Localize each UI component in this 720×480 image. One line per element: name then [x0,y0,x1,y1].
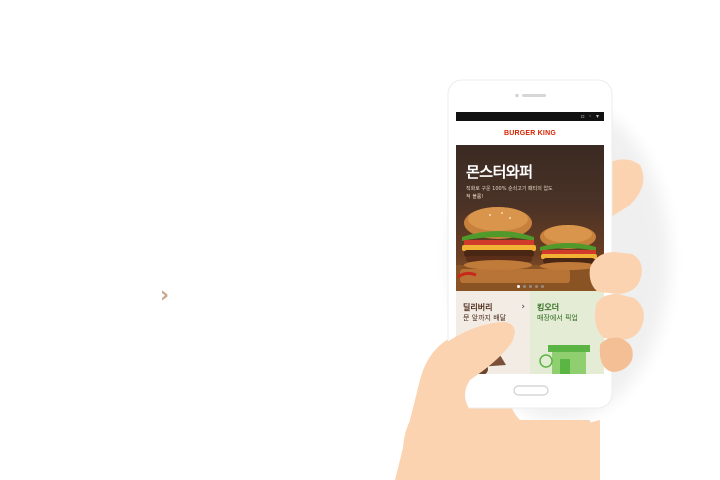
chevron-right-icon: › [521,302,525,312]
app-header: BURGER KING [456,121,604,145]
kingorder-tile[interactable]: 킹오더 매장에서 픽업 › [530,291,604,374]
carousel-dots[interactable] [456,285,604,288]
hand-holding-phone [395,79,670,480]
carousel-dot[interactable] [540,285,544,288]
delivery-subtitle: 문 앞까지 배달 [463,314,507,322]
hero-subtitle: 직화로 구운 100% 순쇠고기 패티의 압도적 볼륨! [466,186,553,200]
status-icons: ▫ ◦ ▾ [580,113,600,120]
delivery-tile[interactable]: 딜리버리 문 앞까지 배달 › [456,291,530,374]
service-tiles: 딜리버리 문 앞까지 배달 › 킹오더 매장에서 픽업 › [456,291,604,374]
brand-logo[interactable]: BURGER KING [504,130,556,137]
carousel-dot[interactable] [522,285,526,288]
scooter-icon [474,345,506,374]
phone-screen: ▫ ◦ ▾ BURGER KING 몬스터와퍼 직화로 구운 100% 순쇠고기… [456,112,604,374]
phone-camera [515,93,519,98]
kingorder-subtitle: 매장에서 픽업 [537,314,578,322]
phone-home-button [513,385,549,396]
store-icon [539,345,590,374]
carousel-dot[interactable] [516,285,520,288]
carousel-dot[interactable] [528,285,532,288]
kingorder-title: 킹오더 [537,303,560,312]
delivery-title: 딜리버리 [463,303,493,312]
phone-speaker [522,94,546,97]
chevron-right-icon: › [595,302,599,312]
carousel-dot[interactable] [534,285,538,288]
status-bar: ▫ ◦ ▾ [456,112,604,121]
hero-title: 몬스터와퍼 [466,163,533,181]
hero-banner[interactable]: 몬스터와퍼 직화로 구운 100% 순쇠고기 패티의 압도적 볼륨! [456,145,604,291]
